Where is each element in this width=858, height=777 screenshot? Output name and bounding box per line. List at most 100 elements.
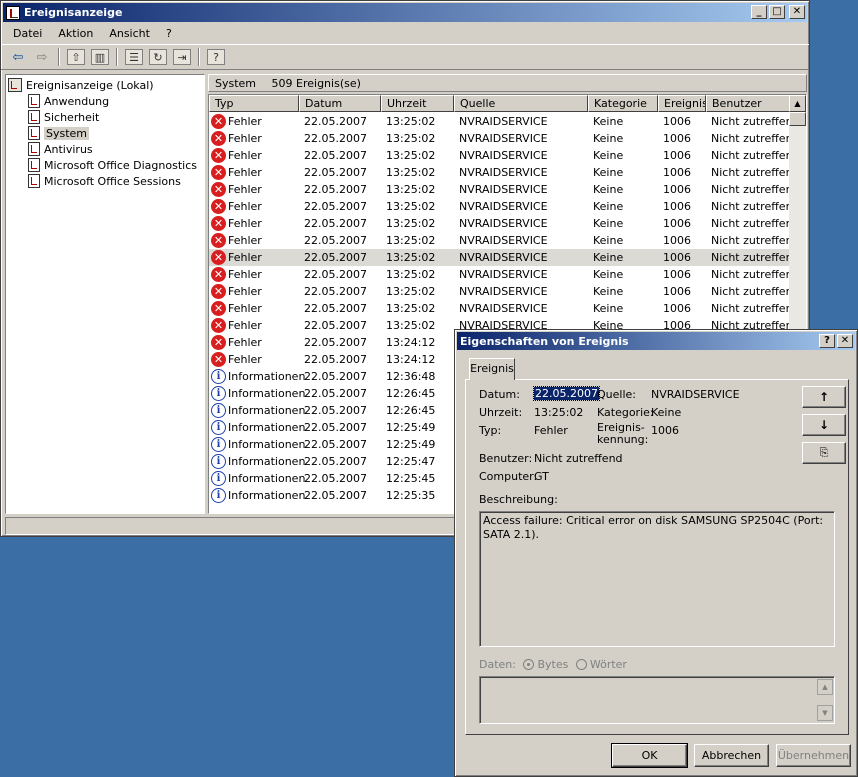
table-row[interactable]: ✕ Fehler 22.05.2007 13:25:02 NVRAIDSERVICE Ke… [209,147,800,164]
log-icon [28,94,40,108]
cell-typ: Fehler [228,353,262,366]
cell-uhrzeit: 13:25:02 [386,217,436,230]
tree-item-label: Microsoft Office Sessions [44,174,181,188]
cell-ereignis: 1006 [663,132,691,145]
cell-benutzer: Nicht zutreffend [711,200,800,213]
cancel-button[interactable]: Abbrechen [694,744,769,767]
table-row[interactable]: ✕ Fehler 22.05.2007 13:25:02 NVRAIDSERVICE Ke… [209,232,800,249]
help-icon[interactable]: ? [207,49,225,65]
daten-scroll-up-icon[interactable]: ▲ [817,679,833,695]
error-icon: ✕ [211,114,226,129]
menu-datei[interactable]: Datei [5,27,50,40]
cell-typ: Fehler [228,166,262,179]
previous-event-button[interactable]: ↑ [802,386,846,408]
tree-item-antivirus[interactable]: Antivirus [8,141,204,157]
tree-item-sicherheit[interactable]: Sicherheit [8,109,204,125]
tree-item-office-diagnostics[interactable]: Microsoft Office Diagnostics [8,157,204,173]
kategorie-value: Keine [651,406,682,419]
cell-datum: 22.05.2007 [304,421,367,434]
back-arrow-icon[interactable]: ⇦ [7,47,29,67]
column-header-uhrzeit[interactable]: Uhrzeit [381,95,454,112]
tree-item-anwendung[interactable]: Anwendung [8,93,204,109]
daten-label: Daten: [479,658,516,671]
ok-button[interactable]: OK [611,743,688,768]
close-button[interactable]: ✕ [789,5,805,19]
main-titlebar[interactable]: Ereignisanzeige _ □ ✕ [3,3,807,22]
menu-ansicht[interactable]: Ansicht [101,27,158,40]
bytes-radio[interactable] [523,659,535,670]
table-row[interactable]: ✕ Fehler 22.05.2007 13:25:02 NVRAIDSERVICE Ke… [209,181,800,198]
column-header-ereignis[interactable]: Ereignis [658,95,706,112]
menu-help[interactable]: ? [158,27,180,40]
up-folder-icon[interactable]: ⇧ [67,49,85,65]
cell-uhrzeit: 12:36:48 [386,370,436,383]
tab-ereignis[interactable]: Ereignis [469,358,515,380]
copy-button[interactable]: ⎘ [802,442,846,464]
table-row[interactable]: ✕ Fehler 22.05.2007 13:25:02 NVRAIDSERVICE Ke… [209,130,800,147]
beschreibung-textbox[interactable]: Access failure: Critical error on disk S… [479,511,835,647]
cell-benutzer: Nicht zutreffend [711,234,800,247]
scroll-thumb[interactable] [789,112,806,126]
properties-icon[interactable]: ☰ [125,49,143,65]
daten-scroll-down-icon[interactable]: ▼ [817,705,833,721]
apply-button[interactable]: Übernehmen [776,744,851,767]
dialog-close-button[interactable]: ✕ [837,334,853,348]
cell-benutzer: Nicht zutreffend [711,183,800,196]
tree-item-system[interactable]: System [8,125,204,141]
cell-typ: Fehler [228,132,262,145]
tree-item-label: Microsoft Office Diagnostics [44,158,197,172]
words-radio[interactable] [575,659,587,670]
cell-benutzer: Nicht zutreffend [711,285,800,298]
table-row[interactable]: ✕ Fehler 22.05.2007 13:25:02 NVRAIDSERVICE Ke… [209,113,800,130]
column-header-quelle[interactable]: Quelle [454,95,588,112]
table-row[interactable]: ✕ Fehler 22.05.2007 13:25:02 NVRAIDSERVICE Ke… [209,249,800,266]
next-event-button[interactable]: ↓ [802,414,846,436]
daten-textbox[interactable]: ▲ ▼ [479,676,835,724]
show-hide-tree-icon[interactable]: ▥ [91,49,109,65]
console-tree: Ereignisanzeige (Lokal) Anwendung Sicher… [5,74,205,514]
toolbar-separator [116,48,118,66]
dialog-titlebar[interactable]: Eigenschaften von Ereignis ? ✕ [457,332,855,350]
error-icon: ✕ [211,250,226,265]
cell-kategorie: Keine [593,149,624,162]
table-row[interactable]: ✕ Fehler 22.05.2007 13:25:02 NVRAIDSERVICE Ke… [209,164,800,181]
menu-aktion[interactable]: Aktion [50,27,101,40]
cell-typ: Fehler [228,115,262,128]
cell-quelle: NVRAIDSERVICE [459,132,548,145]
cell-kategorie: Keine [593,183,624,196]
refresh-icon[interactable]: ↻ [149,49,167,65]
forward-arrow-icon[interactable]: ⇨ [31,47,53,67]
cell-typ: Fehler [228,217,262,230]
table-row[interactable]: ✕ Fehler 22.05.2007 13:25:02 NVRAIDSERVICE Ke… [209,198,800,215]
maximize-button[interactable]: □ [769,5,785,19]
column-header-kategorie[interactable]: Kategorie [588,95,658,112]
table-row[interactable]: ✕ Fehler 22.05.2007 13:25:02 NVRAIDSERVICE Ke… [209,300,800,317]
tree-item-root[interactable]: Ereignisanzeige (Lokal) [8,77,204,93]
cell-datum: 22.05.2007 [304,387,367,400]
daten-row: Daten: Bytes Wörter [479,658,627,671]
cell-datum: 22.05.2007 [304,438,367,451]
table-row[interactable]: ✕ Fehler 22.05.2007 13:25:02 NVRAIDSERVICE Ke… [209,215,800,232]
dialog-help-button[interactable]: ? [819,334,835,348]
column-header-typ[interactable]: Typ [209,95,299,112]
scroll-up-icon[interactable]: ▲ [789,95,806,112]
log-icon [28,174,40,188]
cell-kategorie: Keine [593,217,624,230]
copy-icon: ⎘ [819,446,829,459]
cell-kategorie: Keine [593,234,624,247]
minimize-button[interactable]: _ [751,5,767,19]
cell-benutzer: Nicht zutreffend [711,268,800,281]
bytes-label: Bytes [537,658,569,671]
tree-item-office-sessions[interactable]: Microsoft Office Sessions [8,173,204,189]
log-icon [28,142,40,156]
cell-uhrzeit: 13:25:02 [386,132,436,145]
information-icon: i [211,437,226,452]
cell-benutzer: Nicht zutreffend [711,217,800,230]
cell-uhrzeit: 12:25:49 [386,421,436,434]
table-row[interactable]: ✕ Fehler 22.05.2007 13:25:02 NVRAIDSERVICE Ke… [209,266,800,283]
up-arrow-icon: ↑ [818,390,830,404]
column-header-benutzer[interactable]: Benutzer [706,95,791,112]
column-header-datum[interactable]: Datum [299,95,381,112]
export-list-icon[interactable]: ⇥ [173,49,191,65]
table-row[interactable]: ✕ Fehler 22.05.2007 13:25:02 NVRAIDSERVICE Ke… [209,283,800,300]
